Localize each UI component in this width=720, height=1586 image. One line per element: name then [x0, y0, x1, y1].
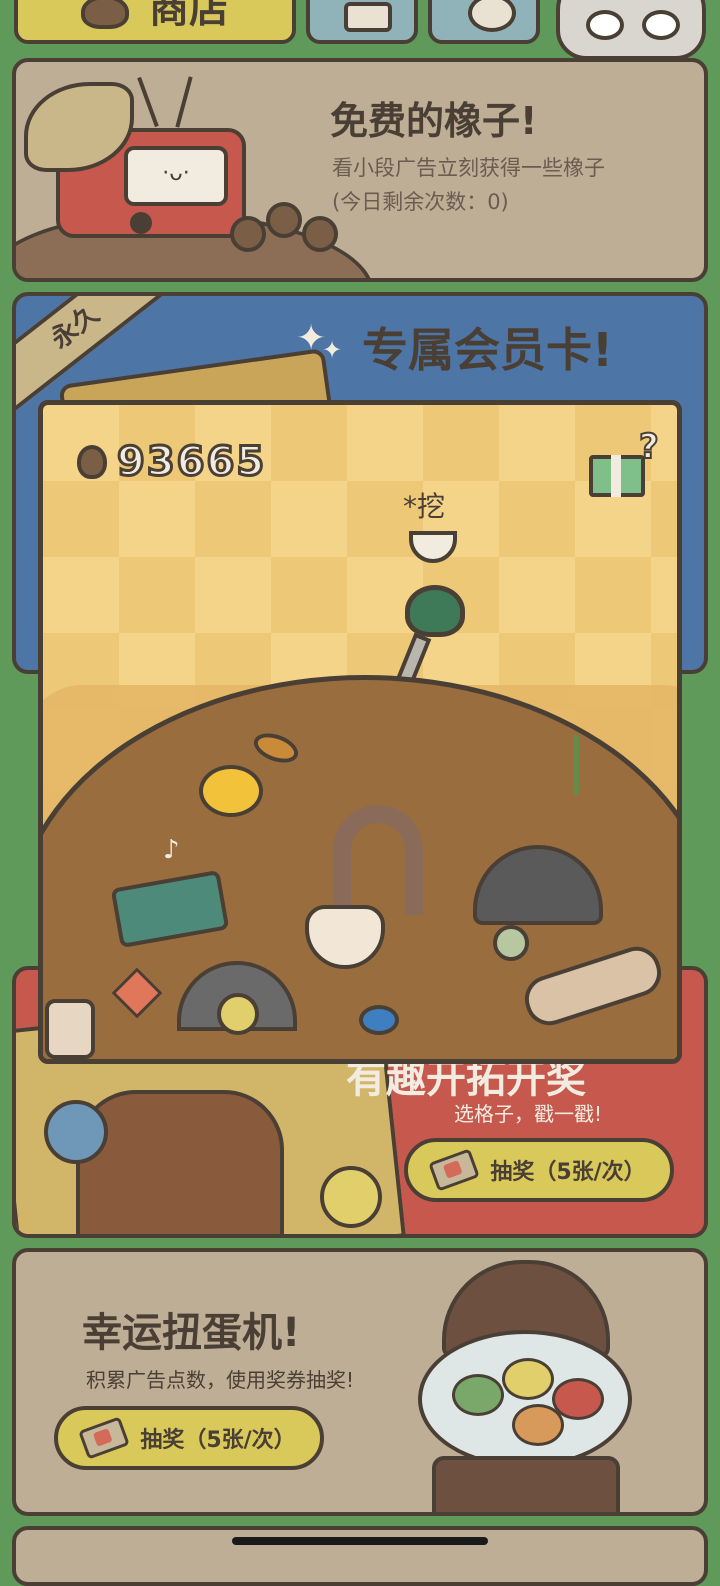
gacha-draw-button-label: 抽奖（5张/次） [140, 1428, 296, 1453]
shop-tab[interactable]: 商店 [14, 0, 296, 44]
tv-antenna-right [175, 76, 193, 128]
glasses-icon [586, 10, 624, 40]
settings-tab[interactable] [428, 0, 540, 44]
free-acorns-card[interactable]: ·ᴗ· 免费的橡子! 看小段广告立刻获得一些橡子 (今日剩余次数：0) [12, 58, 708, 282]
acorn-counter: 93665 [77, 438, 267, 487]
permanent-badge-label: 永久 [45, 299, 106, 356]
acorn-pile-icon [230, 202, 340, 252]
gacha-title: 幸运扭蛋机! [82, 1310, 301, 1356]
raccoon-avatar[interactable] [556, 0, 706, 60]
free-acorns-description: 看小段广告立刻获得一些橡子 [332, 156, 605, 180]
bottle-cap-icon[interactable] [359, 1005, 399, 1035]
gacha-card[interactable]: 幸运扭蛋机! 积累广告点数，使用奖券抽奖! 抽奖（5张/次） [12, 1248, 708, 1516]
box-icon [344, 2, 392, 32]
acorn-icon [81, 0, 129, 29]
free-acorns-title: 免费的橡子! [330, 99, 538, 143]
lottery-draw-button-label: 抽奖（5张/次） [490, 1160, 646, 1185]
membership-title: 专属会员卡! [362, 323, 613, 377]
acorn-icon [77, 445, 107, 479]
closet-tab[interactable] [306, 0, 418, 44]
yellow-ball-decoration [320, 1166, 382, 1228]
next-card-partial [12, 1526, 708, 1586]
pipe-item-icon[interactable] [333, 805, 423, 915]
chick-toy-icon[interactable] [199, 765, 263, 817]
ticket-icon [428, 1148, 481, 1192]
tv-screen: ·ᴗ· [124, 146, 228, 206]
spray-can-icon[interactable] [45, 999, 95, 1059]
gift-help-icon[interactable]: ? [589, 426, 660, 503]
free-acorns-remaining: (今日剩余次数：0) [332, 190, 509, 214]
tv-knob [130, 212, 152, 234]
acorn-count: 93665 [115, 438, 267, 487]
dig-indicator-icon [409, 531, 457, 563]
gacha-draw-button[interactable]: 抽奖（5张/次） [54, 1406, 324, 1470]
marble-icon[interactable] [493, 925, 529, 961]
gear-icon [468, 0, 516, 32]
ticket-icon [78, 1416, 131, 1460]
home-indicator [232, 1537, 488, 1545]
music-note-icon: ♪ [163, 835, 180, 865]
dig-popup[interactable]: 93665 ? *挖 ♪ [38, 400, 682, 1064]
lottery-draw-button[interactable]: 抽奖（5张/次） [404, 1138, 674, 1202]
blue-ball-decoration [44, 1100, 108, 1164]
dig-hint-label: *挖 [403, 490, 446, 523]
pointing-hand-illustration [76, 1090, 284, 1234]
sprout-icon [573, 735, 609, 795]
glasses-lens-right [642, 10, 680, 40]
gacha-subtitle: 积累广告点数，使用奖券抽奖! [86, 1368, 355, 1392]
gacha-machine-illustration [412, 1260, 634, 1512]
shop-tab-label: 商店 [149, 0, 229, 32]
gacha-globe [418, 1330, 632, 1468]
tv-antenna-left [137, 76, 159, 128]
lottery-subtitle: 选格子，戳一戳! [454, 1102, 603, 1126]
